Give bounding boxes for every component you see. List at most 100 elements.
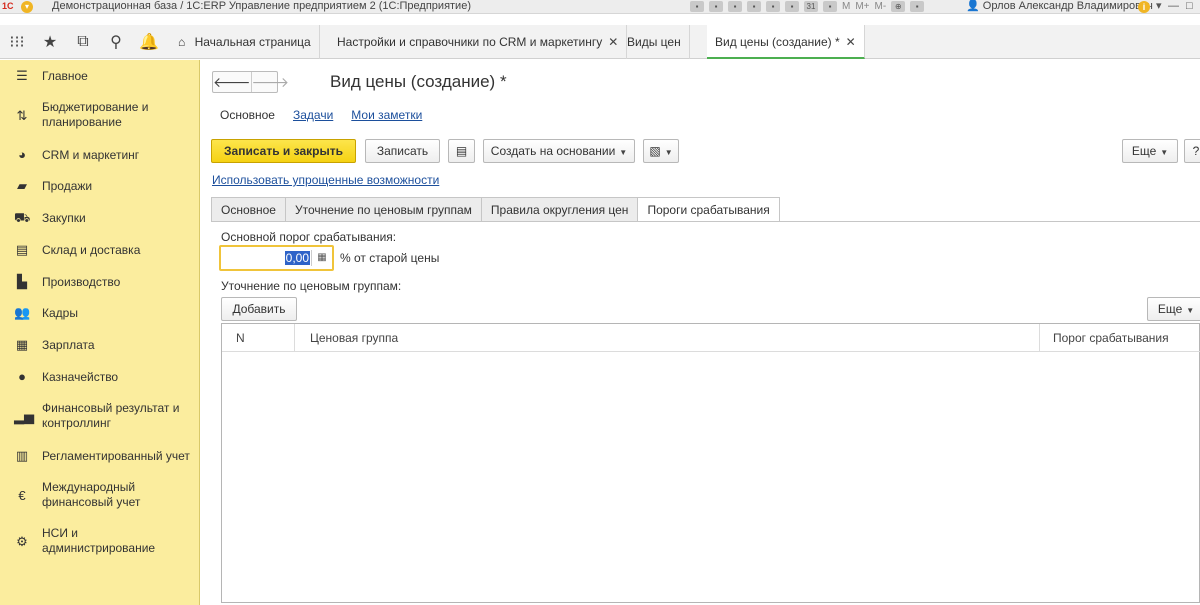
memory-plus-button[interactable]: M+ [855,1,869,12]
home-icon: ⌂ [178,35,186,49]
window-icon[interactable]: ▪ [910,1,925,12]
more-button[interactable]: Еще ▼ [1122,139,1178,163]
tab-price-type-create[interactable]: Вид цены (создание) * ✕ [707,25,865,59]
column-header-threshold[interactable]: Порог срабатывания [1053,324,1169,352]
attachments-button[interactable]: ▧ ▼ [643,139,679,163]
favorites-star-icon[interactable]: ★ [33,25,67,59]
sidebar-item-label: Склад и доставка [42,242,141,257]
sidebar-item-hr[interactable]: 👥 Кадры [0,305,200,321]
sections-sidebar: ☰ Главное ⇅ Бюджетирование и планировани… [0,60,200,605]
copy-icon[interactable]: ▪ [766,1,780,12]
gear-icon: ⚙ [16,534,28,549]
tab-home[interactable]: ⌂ Начальная страница [168,25,320,59]
info-icon[interactable]: i [1138,1,1150,13]
create-based-on-button[interactable]: Создать на основании ▼ [483,139,635,163]
current-user[interactable]: 👤 Орлов Александр Владимирович [966,0,1153,13]
sidebar-item-label: Международный финансовый учет [42,480,141,509]
sidebar-item-budget[interactable]: ⇅ Бюджетирование и планирование [0,100,200,130]
tab-price-groups[interactable]: Уточнение по ценовым группам [284,197,481,222]
threshold-field[interactable]: 0,00 ▦ [219,245,334,271]
threshold-value: 0,00 [284,251,310,265]
search-icon[interactable]: ⚲ [99,25,133,59]
form-area: 🡐 🡒 Вид цены (создание) * Основное Задач… [201,60,1200,605]
create-based-on-label: Создать на основании [490,144,616,158]
preview-icon[interactable]: ▪ [728,1,742,12]
forward-arrow-icon[interactable]: 🡒 [250,72,289,92]
print-icon[interactable]: ▪ [709,1,723,12]
use-simplified-link[interactable]: Использовать упрощенные возможности [212,173,439,187]
sidebar-item-salary[interactable]: ▦ Зарплата [0,337,200,353]
tab-main[interactable]: Основное [211,197,285,222]
column-header-price-group[interactable]: Ценовая группа [310,324,398,352]
app-logo: 1С [2,1,14,11]
sidebar-item-main[interactable]: ☰ Главное [0,68,200,84]
sidebar-item-label: Закупки [42,210,86,225]
calendar-icon[interactable]: 31 [804,1,818,12]
sidebar-item-production[interactable]: ▙ Производство [0,274,200,290]
sidebar-item-label: Главное [42,68,88,83]
sidebar-item-label: НСИ и администрирование [42,526,156,555]
price-groups-table[interactable]: N Ценовая группа Порог срабатывания [221,323,1200,603]
sidebar-item-international-accounting[interactable]: € Международный финансовый учет [0,480,200,510]
mail-icon[interactable]: ▪ [747,1,761,12]
column-divider[interactable] [1039,324,1040,352]
more-label: Еще [1131,144,1157,158]
save-button[interactable]: Записать [365,139,440,163]
memory-m-button[interactable]: M [842,1,850,12]
sidebar-item-label: Кадры [42,305,78,320]
window-title: Демонстрационная база / 1С:ERP Управлени… [52,0,471,12]
sidebar-item-sales[interactable]: ▰ Продажи [0,178,200,194]
sidebar-item-purchases[interactable]: ⛟ Закупки [0,210,200,226]
subnav-main[interactable]: Основное [220,108,275,122]
menu-icon: ☰ [16,68,28,83]
tab-crm-settings[interactable]: Настройки и справочники по CRM и маркети… [329,25,628,59]
minimize-icon[interactable]: — [1168,0,1179,13]
calculator-icon[interactable]: ▦ [316,251,328,265]
subnav-notes[interactable]: Мои заметки [351,108,422,122]
groups-more-button[interactable]: Еще ▼ [1147,297,1200,321]
save-icon[interactable]: ▪ [690,1,704,12]
history-icon[interactable]: ⧉ [66,25,100,59]
back-arrow-icon[interactable]: 🡐 [213,72,251,92]
sidebar-item-regulated-accounting[interactable]: ▥ Регламентированный учет [0,448,200,464]
window-titlebar: 1С ▾ Демонстрационная база / 1С:ERP Упра… [0,0,1200,14]
tab-thresholds[interactable]: Пороги срабатывания [637,197,780,222]
tab-label: Вид цены (создание) * [715,35,840,49]
save-and-close-button[interactable]: Записать и закрыть [211,139,356,163]
add-button[interactable]: Добавить [221,297,297,321]
form-subnav: Основное Задачи Мои заметки [220,108,422,122]
notifications-bell-icon[interactable]: 🔔 [132,25,166,59]
close-icon[interactable]: ✕ [846,35,856,49]
main-menu-icon[interactable]: ▾ [21,1,33,13]
apps-grid-icon[interactable]: ⁝⁝⁝ [0,25,34,59]
sidebar-item-crm[interactable]: ◕ CRM и маркетинг [0,147,200,163]
field-divider [311,250,312,266]
sidebar-item-warehouse[interactable]: ▤ Склад и доставка [0,242,200,258]
sidebar-item-label: Зарплата [42,337,95,352]
warehouse-icon: ▤ [15,242,29,257]
column-header-n[interactable]: N [236,324,245,352]
subnav-tasks[interactable]: Задачи [293,108,333,122]
tab-rounding-rules[interactable]: Правила округления цен [480,197,638,222]
top-tabs-bar: ⁝⁝⁝ ★ ⧉ ⚲ 🔔 ⌂ Начальная страница Настрой… [0,14,1200,59]
sidebar-item-label: Регламентированный учет [42,448,190,463]
report-icon[interactable]: ▤ [448,139,475,163]
sidebar-item-admin[interactable]: ⚙ НСИ и администрирование [0,526,200,556]
chevron-down-icon: ▼ [664,148,673,157]
maximize-icon[interactable]: □ [1186,0,1193,13]
menu-chevron-icon[interactable]: ▾ [1156,0,1162,13]
form-tabs: Основное Уточнение по ценовым группам Пр… [211,197,780,222]
sidebar-item-financial-result[interactable]: ▂▅ Финансовый результат и контроллинг [0,401,200,431]
close-icon[interactable]: ✕ [608,35,618,49]
zoom-icon[interactable]: ⊕ [891,1,906,12]
memory-minus-button[interactable]: M- [875,1,887,12]
sidebar-item-label: Казначейство [42,369,119,384]
help-button[interactable]: ? [1184,139,1200,163]
more-label: Еще [1157,302,1183,316]
currency-icon: € [18,488,26,503]
calculator-icon[interactable]: ▪ [823,1,837,12]
column-divider[interactable] [294,324,295,352]
tab-price-types[interactable]: Виды цен [619,25,690,59]
sidebar-item-treasury[interactable]: ● Казначейство [0,369,200,385]
table-icon[interactable]: ▪ [785,1,799,12]
